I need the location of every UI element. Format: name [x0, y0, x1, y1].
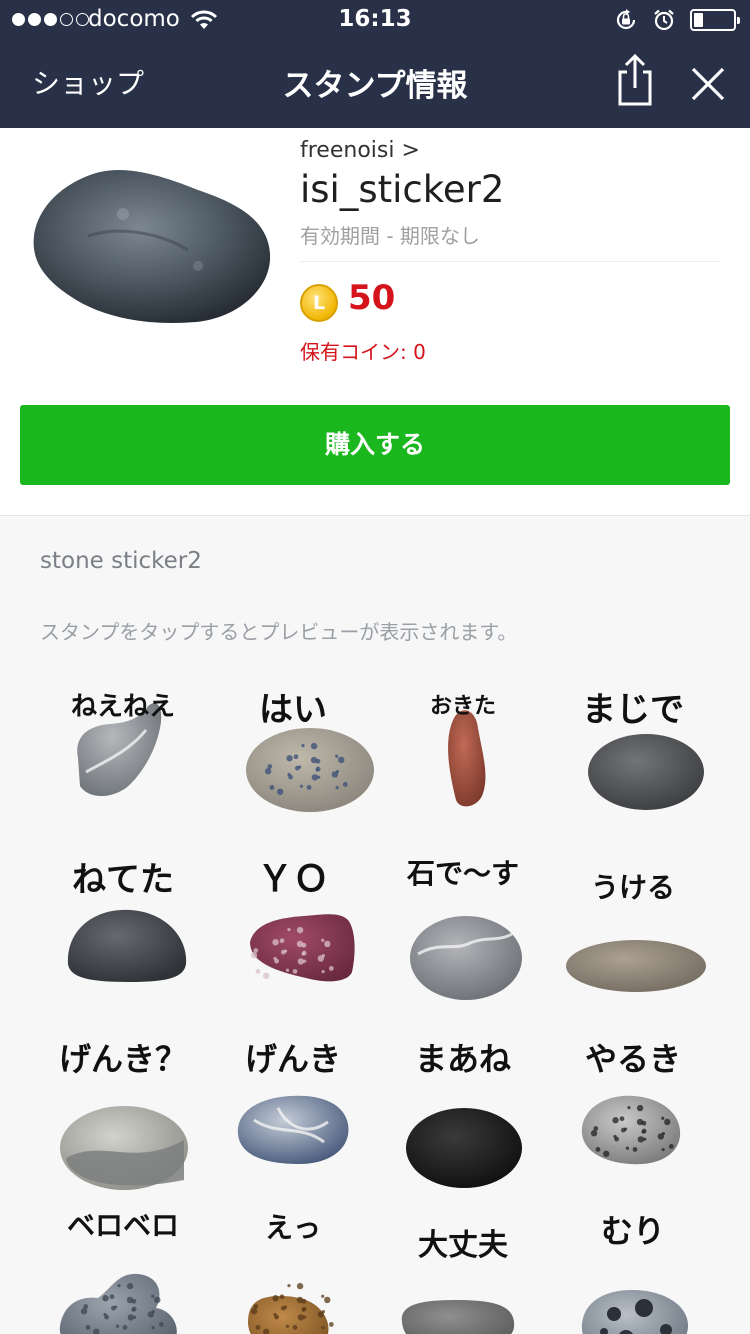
sticker-preview[interactable]: はい — [208, 668, 378, 846]
sticker-label: むり — [600, 1212, 665, 1250]
owned-coins: 保有コイン: 0 — [300, 340, 426, 364]
sticker-label: ベロベロ — [66, 1209, 179, 1242]
status-bar: docomo 16:13 — [0, 0, 750, 40]
battery-icon — [690, 9, 740, 31]
chevron-right-icon: > — [401, 138, 420, 163]
sticker-label: おきた — [429, 694, 496, 719]
sticker-label: はい — [259, 690, 327, 730]
validity-period: 有効期間 - 期限なし — [300, 224, 480, 248]
buy-button[interactable]: 購入する — [20, 405, 730, 485]
sticker-grid: ねえねえ はい おきた まじでねてた ＹＯ 石で〜す うけるげんき？ げんき まあね やるきベロベ… — [38, 668, 718, 1334]
creator-link[interactable]: freenoisi > — [300, 138, 420, 163]
sticker-preview[interactable]: うける — [548, 846, 718, 1024]
sticker-preview[interactable]: えっ — [208, 1202, 378, 1334]
pack-description: stone sticker2 — [40, 548, 202, 574]
sticker-label: げんき — [244, 1040, 341, 1078]
alarm-icon — [654, 9, 674, 31]
sticker-preview[interactable]: ベロベロ — [38, 1202, 208, 1334]
sticker-preview[interactable]: げんき？ — [38, 1024, 208, 1202]
sticker-label: えっ — [264, 1211, 321, 1244]
sticker-preview[interactable]: まじで — [548, 668, 718, 846]
sticker-label: げんき？ — [58, 1040, 187, 1078]
sticker-preview[interactable]: まあね — [378, 1024, 548, 1202]
price: 50 — [348, 278, 396, 318]
sticker-pack-info: freenoisi > isi_sticker2 有効期間 - 期限なし L 5… — [0, 128, 750, 516]
sticker-label: 大丈夫 — [418, 1228, 508, 1263]
sticker-preview[interactable]: 大丈夫 — [378, 1202, 548, 1334]
line-coin-icon: L — [300, 284, 338, 322]
close-icon[interactable] — [690, 66, 726, 102]
sticker-preview[interactable]: やるき — [548, 1024, 718, 1202]
navigation-bar: ショップ スタンプ情報 — [0, 40, 750, 128]
preview-hint: スタンプをタップするとプレビューが表示されます。 — [40, 620, 518, 644]
divider — [300, 261, 720, 262]
sticker-label: ねてた — [72, 860, 174, 900]
sticker-preview[interactable]: むり — [548, 1202, 718, 1334]
sticker-label: まじで — [582, 690, 684, 730]
sticker-label: ＹＯ — [256, 859, 329, 900]
sticker-preview[interactable]: ねえねえ — [38, 668, 208, 846]
main-sticker-image — [33, 170, 271, 323]
sticker-label: やるき — [584, 1040, 681, 1078]
top-bar: docomo 16:13 ショップ スタンプ情報 — [0, 0, 750, 128]
sticker-preview[interactable]: おきた — [378, 668, 548, 846]
sticker-label: まあね — [414, 1040, 511, 1078]
sticker-pack-title: isi_sticker2 — [300, 168, 505, 211]
rotation-lock-icon — [616, 9, 636, 30]
sticker-preview[interactable]: げんき — [208, 1024, 378, 1202]
sticker-label: うける — [590, 871, 675, 904]
sticker-preview[interactable]: ねてた — [38, 846, 208, 1024]
sticker-label: ねえねえ — [70, 692, 175, 722]
sticker-label: 石で〜す — [406, 857, 519, 890]
sticker-preview[interactable]: ＹＯ — [208, 846, 378, 1024]
sticker-preview[interactable]: 石で〜す — [378, 846, 548, 1024]
share-icon[interactable] — [612, 54, 658, 106]
